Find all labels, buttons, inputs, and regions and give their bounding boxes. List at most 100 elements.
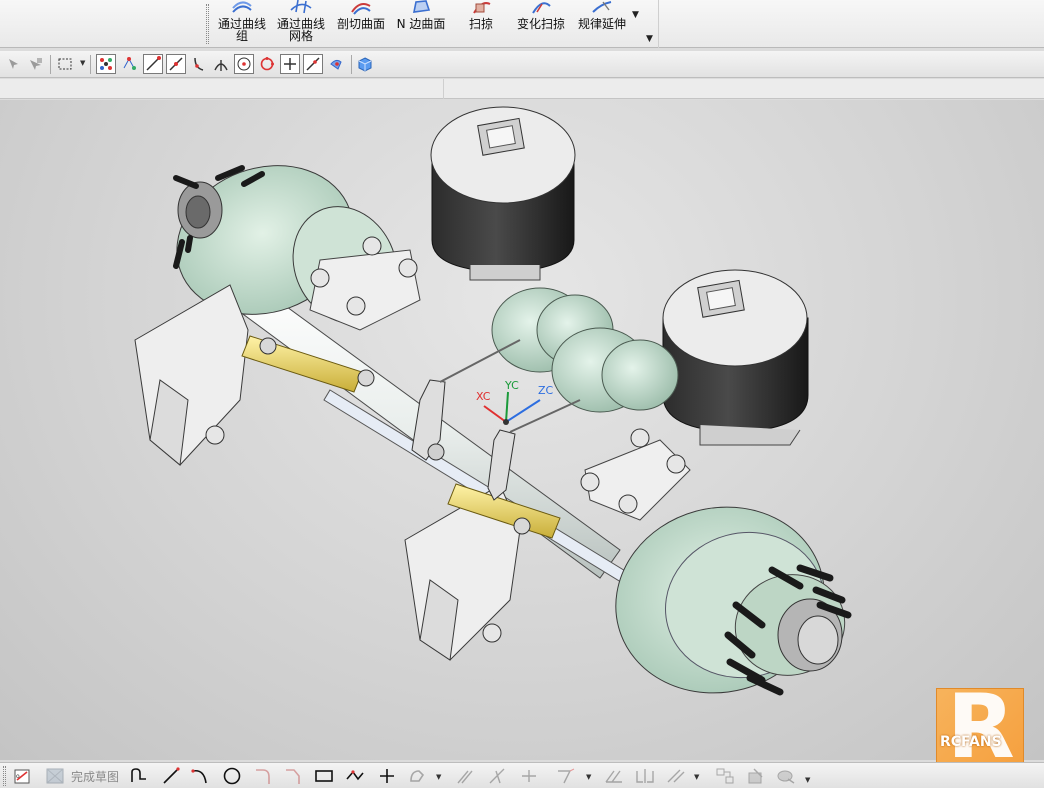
n-sided-surface-button[interactable]: N 边曲面 [393, 0, 449, 48]
sketch-toolbar-more[interactable]: ▼ [805, 776, 810, 784]
curve-mesh-label: 通过曲线 网格 [276, 17, 325, 43]
svg-text:o: o [16, 773, 20, 780]
hanger-bracket-left[interactable] [134, 284, 249, 466]
show-constraints-icon [748, 768, 763, 784]
variational-sweep-icon [532, 2, 551, 14]
chamfer-button[interactable] [282, 766, 304, 786]
axle-assembly-model[interactable]: XC YC ZC [0, 100, 1044, 760]
circle-button[interactable] [221, 766, 243, 786]
select-type-button[interactable] [26, 54, 46, 74]
snap-tangent-icon [194, 57, 204, 71]
quick-extend-button[interactable] [518, 766, 540, 786]
snap-existing-point-button[interactable] [280, 54, 300, 74]
derived-lines-button[interactable] [603, 766, 625, 786]
snap-end-point-button[interactable] [143, 54, 163, 74]
mirror-curve-button[interactable] [634, 766, 656, 786]
arc-button[interactable] [189, 766, 211, 786]
view-cube-button[interactable] [355, 54, 375, 74]
snap-arc-center-button[interactable] [234, 54, 254, 74]
right-brake-drum[interactable] [595, 484, 856, 716]
logo-text: RCFANS [940, 734, 1002, 750]
select-filter-icon [9, 59, 18, 69]
point-button[interactable] [376, 766, 398, 786]
constraints-button[interactable] [665, 766, 687, 786]
auto-constrain-button[interactable] [714, 766, 736, 786]
axis-label-x: XC [476, 390, 491, 403]
snap-on-curve-button[interactable] [303, 54, 323, 74]
law-extension-label: 规律延伸 [577, 17, 626, 31]
rectangle-select-button[interactable] [55, 54, 75, 74]
through-curves-icon [232, 1, 252, 13]
rectangle-icon [315, 770, 333, 782]
ribbon-options-arrow[interactable]: ▼ [646, 34, 653, 44]
ribbon-empty-area [0, 0, 204, 48]
fillet-button[interactable] [252, 766, 274, 786]
u-bolt-clamp-right[interactable] [580, 428, 691, 521]
section-surface-button[interactable]: 剖切曲面 [333, 0, 389, 48]
relations-icon [777, 770, 795, 784]
quick-trim-icon [489, 768, 505, 784]
rectangle-select-dropdown[interactable]: ▼ [80, 59, 85, 67]
axis-label-y: YC [504, 379, 519, 392]
select-filter-button[interactable] [4, 54, 24, 74]
n-sided-surface-label: N 边曲面 [396, 17, 446, 31]
sketch-icon: o [14, 769, 30, 784]
snap-intersection-icon [214, 60, 228, 71]
chamfer-icon [286, 769, 300, 784]
law-extension-button[interactable]: 规律延伸 [574, 0, 630, 48]
strip-divider [443, 79, 444, 99]
spline-dropdown[interactable]: ▼ [436, 773, 441, 781]
point-icon [380, 769, 394, 783]
through-curves-label: 通过曲线 组 [217, 17, 266, 43]
line-icon [163, 767, 180, 784]
offset-curve-button[interactable] [455, 766, 477, 786]
show-constraints-button[interactable] [745, 766, 767, 786]
snap-quadrant-button[interactable] [257, 54, 277, 74]
constraints-dropdown[interactable]: ▼ [694, 773, 699, 781]
law-extension-icon [592, 1, 612, 13]
variational-sweep-button[interactable]: 变化扫掠 [512, 0, 570, 48]
line-button[interactable] [160, 766, 182, 786]
section-surface-icon [351, 3, 371, 15]
ribbon-more-arrow[interactable]: ▼ [632, 10, 639, 20]
swept-icon [473, 2, 491, 14]
snap-intersection-button[interactable] [211, 54, 231, 74]
snap-on-curve-icon [306, 57, 320, 71]
variational-sweep-label: 变化扫掠 [516, 17, 565, 31]
graphics-window[interactable]: XC YC ZC [0, 100, 1044, 760]
corner-dropdown[interactable]: ▼ [586, 773, 591, 781]
snap-tangent-button[interactable] [189, 54, 209, 74]
snap-control-point-button[interactable] [119, 54, 139, 74]
through-curves-button[interactable]: 通过曲线 组 [213, 0, 271, 48]
finish-sketch-button[interactable] [44, 766, 66, 786]
curve-mesh-button[interactable]: 通过曲线 网格 [273, 0, 329, 48]
sketch-toolbar: o 完成草图 ▼ ▼ ▼ ▼ [0, 762, 1044, 788]
air-spring-bottom[interactable] [662, 269, 809, 446]
studio-spline-button[interactable] [406, 766, 428, 786]
finish-sketch-label[interactable]: 完成草图 [71, 768, 119, 785]
polygon-button[interactable] [344, 766, 366, 786]
profile-icon [131, 768, 146, 782]
snap-control-point-icon [123, 57, 136, 70]
snap-all-button[interactable] [96, 54, 116, 74]
snap-on-surface-button[interactable] [326, 54, 346, 74]
sketch-toolbar-grip[interactable] [3, 766, 6, 786]
quick-trim-button[interactable] [487, 766, 509, 786]
finish-sketch-icon [46, 768, 64, 784]
make-corner-button[interactable] [555, 766, 577, 786]
swept-label: 扫掠 [468, 17, 493, 31]
snap-arc-center-icon [237, 57, 251, 71]
profile-button[interactable] [128, 766, 150, 786]
rectangle-select-icon [58, 58, 72, 70]
separator [50, 55, 51, 74]
ribbon-grip[interactable] [206, 4, 209, 44]
air-spring-top[interactable] [430, 106, 576, 281]
relations-button[interactable] [775, 766, 797, 786]
offset-curve-icon [457, 770, 473, 784]
swept-button[interactable]: 扫掠 [455, 0, 507, 48]
auto-constrain-icon [716, 768, 734, 784]
snap-mid-point-button[interactable] [166, 54, 186, 74]
rectangle-button[interactable] [313, 766, 335, 786]
bellows-boots[interactable] [491, 287, 679, 413]
sketch-button[interactable]: o [12, 766, 34, 786]
